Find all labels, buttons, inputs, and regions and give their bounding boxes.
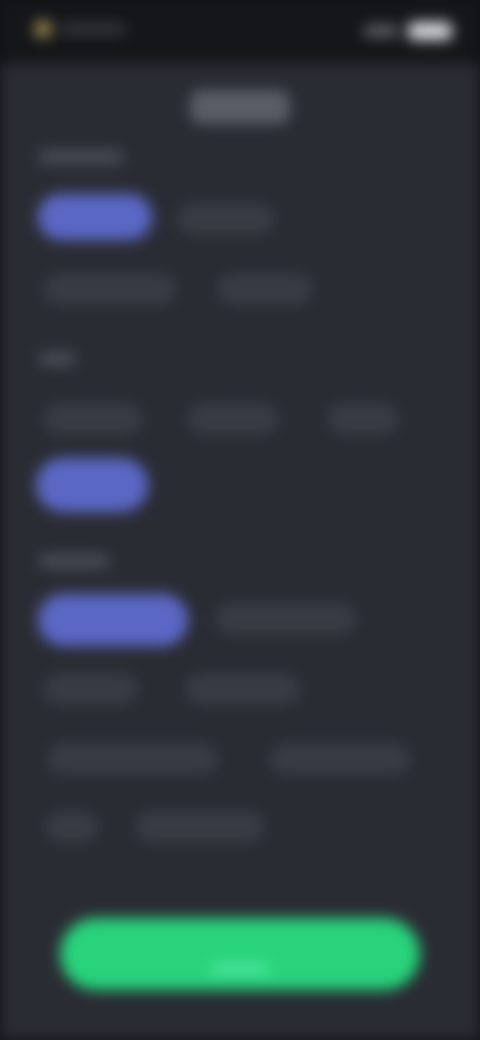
app-icon bbox=[34, 20, 52, 38]
section-label-text bbox=[38, 150, 39, 151]
option-chip[interactable] bbox=[44, 274, 176, 304]
option-label bbox=[39, 595, 40, 596]
section-label-2 bbox=[38, 352, 76, 366]
option-chip[interactable] bbox=[218, 274, 312, 304]
screen bbox=[0, 0, 480, 1040]
battery-icon bbox=[408, 22, 452, 40]
page-title-text bbox=[190, 90, 191, 91]
option-chip[interactable] bbox=[186, 674, 300, 704]
option-label bbox=[137, 813, 138, 814]
section-label-3 bbox=[38, 554, 110, 568]
option-chip[interactable] bbox=[44, 674, 138, 704]
option-label bbox=[271, 745, 272, 746]
option-chip[interactable] bbox=[44, 404, 142, 434]
option-chip[interactable] bbox=[38, 594, 188, 646]
option-label bbox=[217, 605, 218, 606]
option-chip[interactable] bbox=[216, 604, 356, 634]
primary-button-label bbox=[240, 975, 241, 976]
option-chip[interactable] bbox=[136, 812, 264, 842]
option-chip[interactable] bbox=[38, 194, 152, 240]
option-chip[interactable] bbox=[36, 458, 148, 512]
option-label bbox=[329, 405, 330, 406]
option-label bbox=[45, 275, 46, 276]
option-chip[interactable] bbox=[46, 812, 98, 842]
option-label bbox=[179, 205, 180, 206]
status-right bbox=[364, 22, 452, 40]
section-label-1 bbox=[38, 150, 124, 164]
option-chip[interactable] bbox=[48, 744, 218, 774]
option-label bbox=[45, 405, 46, 406]
option-chip[interactable] bbox=[178, 204, 274, 234]
status-left bbox=[34, 20, 126, 38]
option-label bbox=[189, 405, 190, 406]
status-text-placeholder bbox=[60, 24, 126, 34]
option-chip[interactable] bbox=[328, 404, 398, 434]
option-chip[interactable] bbox=[270, 744, 410, 774]
primary-button-label-placeholder bbox=[210, 963, 270, 975]
status-bar bbox=[0, 0, 480, 64]
primary-button[interactable] bbox=[60, 918, 420, 990]
option-label bbox=[37, 459, 38, 460]
signal-icon bbox=[364, 26, 398, 36]
section-label-text bbox=[38, 554, 39, 555]
option-chip[interactable] bbox=[188, 404, 278, 434]
option-label bbox=[47, 813, 48, 814]
option-label bbox=[45, 675, 46, 676]
option-label bbox=[187, 675, 188, 676]
option-label bbox=[49, 745, 50, 746]
option-label bbox=[39, 195, 40, 196]
page-title bbox=[190, 90, 290, 124]
option-label bbox=[219, 275, 220, 276]
section-label-text bbox=[38, 352, 39, 353]
